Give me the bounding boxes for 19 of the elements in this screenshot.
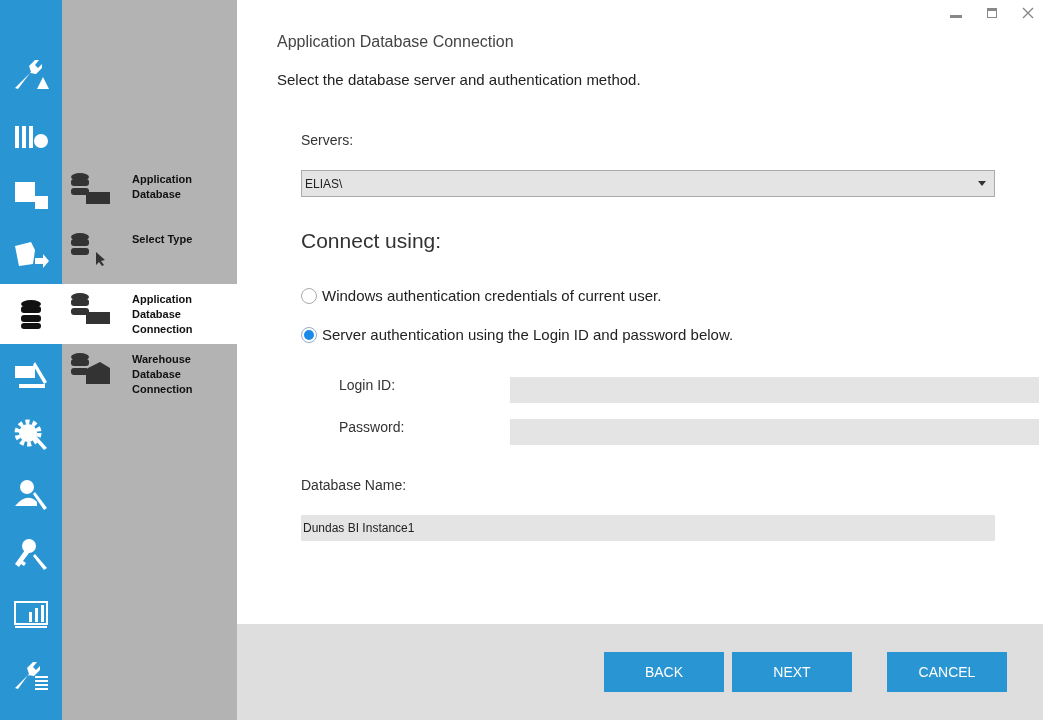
connect-heading: Connect using: xyxy=(301,229,443,253)
wizard-step[interactable]: Warehouse Database Connection xyxy=(62,344,237,404)
step-label: Application Database Connection xyxy=(132,292,194,337)
step-label: Select Type xyxy=(132,232,194,247)
login-id-label: Login ID: xyxy=(339,377,397,393)
wizard-step[interactable]: Select Type xyxy=(62,224,237,284)
database-name-label: Database Name: xyxy=(301,477,408,493)
step-label: Application Database xyxy=(132,172,193,202)
database-name-field[interactable]: Dundas BI Instance1 xyxy=(301,515,995,541)
radio-label[interactable]: Server authentication using the Login ID and password below. xyxy=(322,326,734,343)
page-title: Application Database Connection xyxy=(277,33,515,51)
wizard-step[interactable]: Application Database xyxy=(62,164,237,224)
radio-label[interactable]: Windows authentication credentials of current user. xyxy=(322,287,662,304)
page-subtitle: Select the database server and authentication method. xyxy=(277,71,642,88)
password-label: Password: xyxy=(339,419,406,435)
step-label: Warehouse Database Connection xyxy=(132,352,194,397)
wizard-step[interactable]: Application Database Connection xyxy=(62,284,237,344)
servers-dropdown[interactable]: ELIAS\ xyxy=(301,170,995,197)
servers-label: Servers: xyxy=(301,132,355,148)
